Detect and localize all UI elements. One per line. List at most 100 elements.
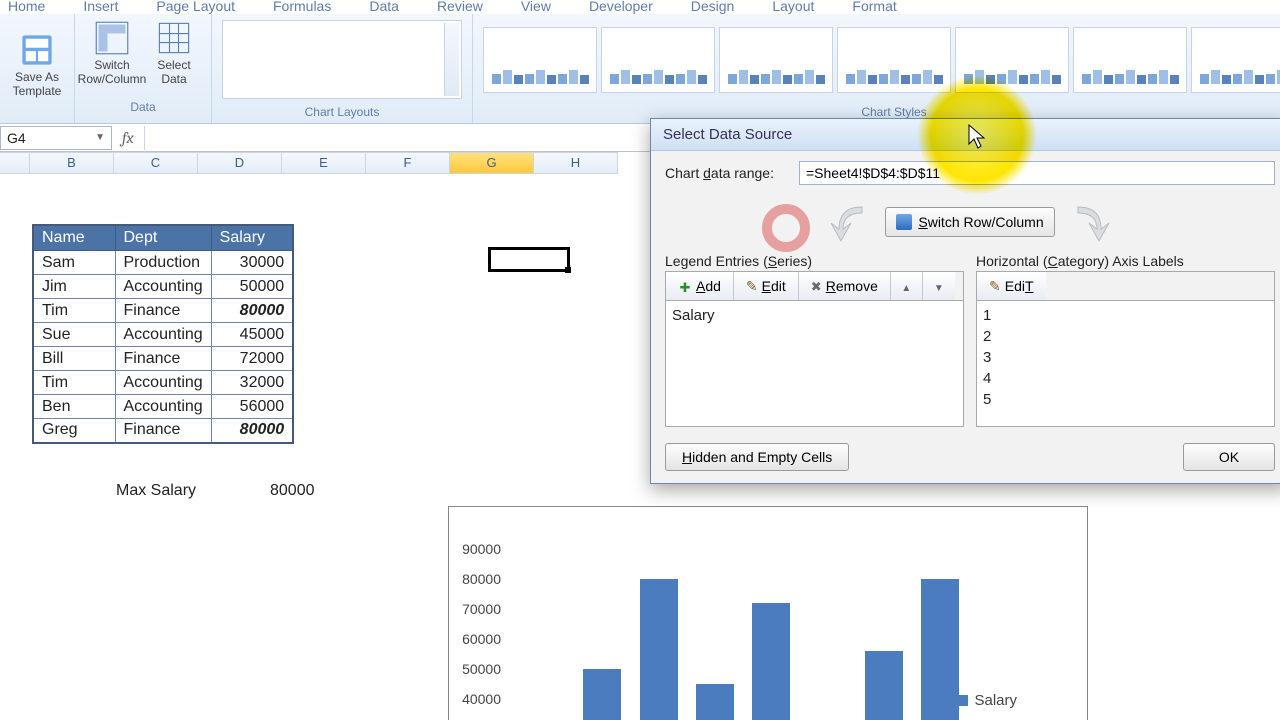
legend-label: Salary (974, 692, 1017, 709)
ribbon-tabs: Home Insert Page Layout Formulas Data Review V… (0, 0, 1280, 14)
remove-series-button[interactable]: Remove (799, 272, 891, 300)
table-header: Salary (211, 225, 293, 251)
tab-page-layout[interactable]: Page Layout (148, 0, 243, 14)
hidden-empty-cells-button[interactable]: Hidden and Empty Cells (665, 443, 849, 471)
select-data-icon (156, 20, 192, 56)
chart-data-range-label: Chart data range: (665, 165, 791, 181)
column-header-F[interactable]: F (366, 152, 450, 174)
tab-review[interactable]: Review (429, 0, 491, 14)
table-row[interactable]: GregFinance80000 (33, 419, 293, 443)
tab-home[interactable]: Home (0, 0, 53, 14)
tab-format[interactable]: Format (844, 0, 904, 14)
chart-layouts-gallery[interactable] (222, 20, 462, 99)
edit-icon (989, 278, 1001, 295)
group-data-label: Data (130, 98, 155, 116)
chevron-up-icon (901, 278, 911, 294)
table-row[interactable]: SamProduction30000 (33, 251, 293, 275)
column-header-B[interactable]: B (30, 152, 114, 174)
legend-entries-header: Legend Entries (Series) (665, 253, 964, 271)
bar (696, 684, 734, 720)
switch-row-column-button[interactable]: Switch Row/Column (81, 16, 143, 98)
select-data-button[interactable]: Select Data (143, 16, 205, 98)
table-row[interactable]: JimAccounting50000 (33, 275, 293, 299)
tab-data[interactable]: Data (361, 0, 407, 14)
ok-button[interactable]: OK (1183, 443, 1275, 471)
bar (640, 579, 678, 720)
name-box[interactable]: G4 ▼ (0, 126, 112, 150)
chart-style-4[interactable] (837, 27, 951, 93)
bar (865, 651, 903, 720)
y-tick-label: 80000 (451, 571, 501, 587)
tab-view[interactable]: View (513, 0, 559, 14)
chart-data-range-input[interactable] (799, 161, 1275, 185)
column-header-A[interactable] (0, 152, 30, 174)
edit-series-button[interactable]: Edit (734, 272, 799, 300)
list-item[interactable]: 3 (983, 347, 1268, 368)
axis-labels-list[interactable]: 12345 (976, 301, 1275, 427)
arrow-left-icon (827, 199, 873, 245)
bar (583, 669, 621, 720)
fx-icon[interactable]: fx (112, 129, 144, 147)
move-down-button[interactable] (923, 272, 955, 300)
list-item[interactable]: Salary (672, 305, 957, 326)
chart-style-3[interactable] (719, 27, 833, 93)
chart-style-5[interactable] (955, 27, 1069, 93)
max-salary-label: Max Salary (116, 482, 196, 500)
tab-layout[interactable]: Layout (764, 0, 822, 14)
list-item[interactable]: 4 (983, 368, 1268, 389)
chart-legend: Salary (957, 692, 1017, 709)
name-box-dropdown-icon[interactable]: ▼ (95, 132, 105, 143)
save-as-template-label: Save As Template (6, 70, 68, 98)
chart-style-2[interactable] (601, 27, 715, 93)
remove-icon (811, 278, 822, 295)
list-item[interactable]: 2 (983, 326, 1268, 347)
table-row[interactable]: BillFinance72000 (33, 347, 293, 371)
table-row[interactable]: TimAccounting32000 (33, 371, 293, 395)
y-tick-label: 60000 (451, 631, 501, 647)
tab-developer[interactable]: Developer (581, 0, 661, 14)
save-as-template-button[interactable]: Save As Template (6, 28, 68, 110)
table-row[interactable]: BenAccounting56000 (33, 395, 293, 419)
column-header-H[interactable]: H (534, 152, 618, 174)
move-up-button[interactable] (891, 272, 923, 300)
table-row[interactable]: SueAccounting45000 (33, 323, 293, 347)
chart-style-1[interactable] (483, 27, 597, 93)
edit-axis-labels-button[interactable]: EdiT (977, 272, 1046, 300)
list-item[interactable]: 5 (983, 389, 1268, 410)
edit-icon (746, 278, 758, 295)
chart-style-6[interactable] (1073, 27, 1187, 93)
bar (752, 603, 790, 720)
arrow-right-icon (1067, 199, 1113, 245)
select-data-source-dialog[interactable]: Select Data Source Chart data range: Swi… (650, 118, 1280, 484)
table-header: Name (33, 225, 115, 251)
max-salary-value: 80000 (270, 482, 315, 500)
list-item[interactable]: 1 (983, 305, 1268, 326)
y-tick-label: 70000 (451, 601, 501, 617)
chart-style-7[interactable] (1191, 27, 1280, 93)
table-row[interactable]: TimFinance80000 (33, 299, 293, 323)
switch-row-column-dialog-button[interactable]: Switch Row/Column (885, 207, 1054, 237)
tab-insert[interactable]: Insert (75, 0, 126, 14)
switch-rc-label: Switch Row/Column (78, 58, 147, 86)
chart-styles-gallery[interactable] (479, 16, 1280, 103)
plot-area: 12345678 (513, 549, 963, 720)
dialog-title: Select Data Source (651, 119, 1280, 151)
column-header-D[interactable]: D (198, 152, 282, 174)
column-header-C[interactable]: C (114, 152, 198, 174)
bar (921, 579, 959, 720)
data-table[interactable]: NameDeptSalary SamProduction30000JimAcco… (32, 224, 294, 444)
select-data-label: Select Data (143, 58, 205, 86)
switch-rc-icon (94, 20, 130, 56)
active-cell-outline (488, 247, 570, 272)
tab-design[interactable]: Design (683, 0, 743, 14)
add-series-button[interactable]: Add (666, 272, 734, 300)
y-tick-label: 90000 (451, 541, 501, 557)
tab-formulas[interactable]: Formulas (265, 0, 339, 14)
embedded-chart[interactable]: 12345678 Salary 010000200003000040000500… (448, 506, 1088, 720)
series-list[interactable]: Salary (665, 301, 964, 427)
column-header-E[interactable]: E (282, 152, 366, 174)
table-header: Dept (115, 225, 211, 251)
column-header-G[interactable]: G (450, 152, 534, 174)
ribbon: Save As Template Switch Row/Column Selec… (0, 14, 1280, 124)
group-layouts-label: Chart Layouts (305, 103, 380, 121)
